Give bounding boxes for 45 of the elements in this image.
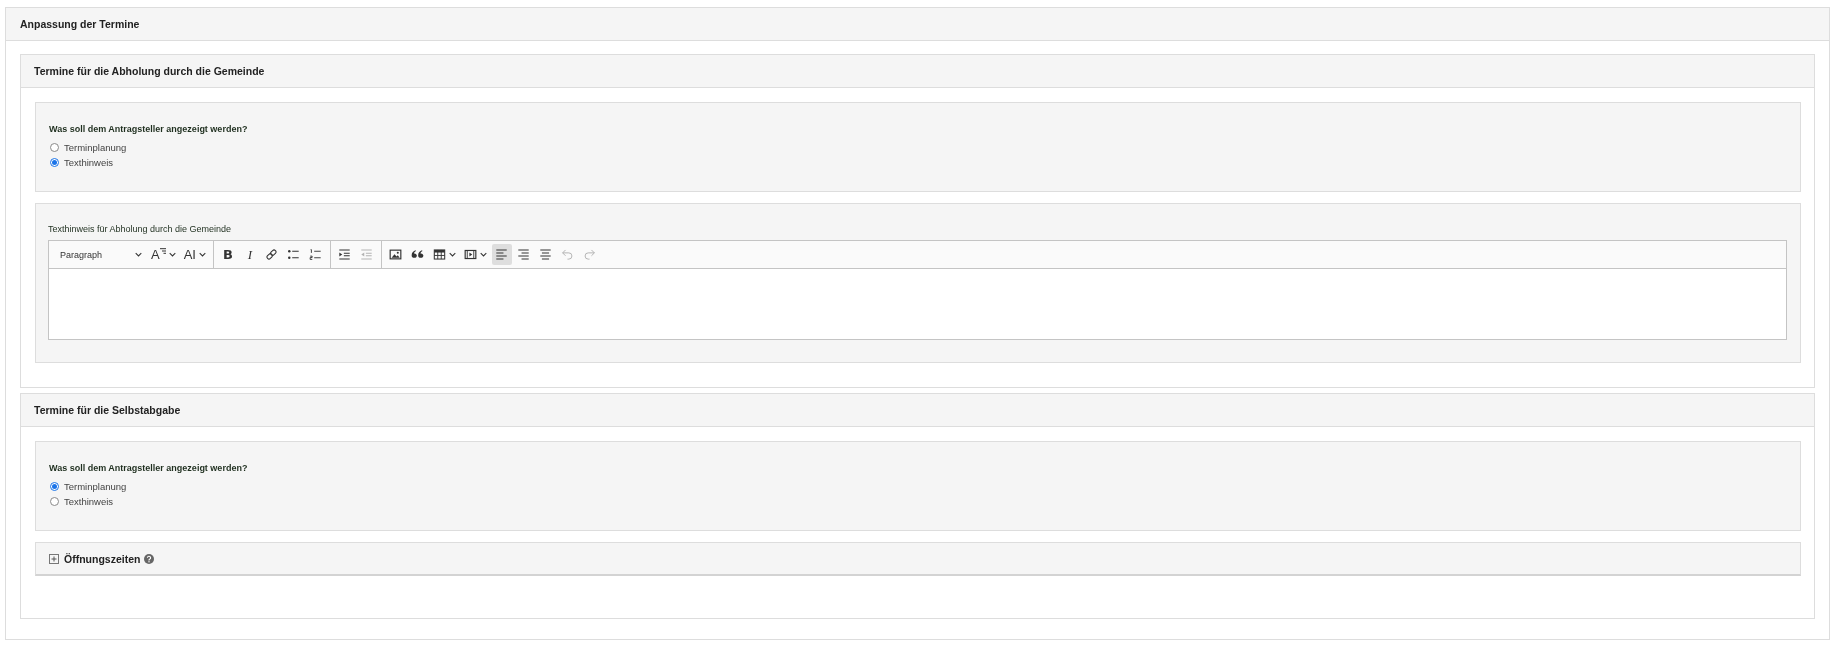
- collapsible-header[interactable]: Öffnungszeiten: [35, 542, 1801, 576]
- option-label[interactable]: Terminplanung: [64, 142, 127, 153]
- option-label[interactable]: Terminplanung: [64, 481, 127, 492]
- caret-icon: [198, 252, 206, 257]
- redo-icon: [583, 248, 597, 261]
- caret-icon: [479, 252, 487, 257]
- editor-content-field[interactable]: [49, 269, 1786, 339]
- align-left-icon: [495, 248, 509, 261]
- caret-icon: [448, 252, 456, 257]
- bulleted-list-icon: [287, 248, 301, 261]
- expand-icon[interactable]: [49, 553, 59, 564]
- panel-title: Termine für die Abholung durch die Gemeinde: [34, 65, 265, 77]
- radio-button[interactable]: [50, 158, 59, 167]
- align-right-icon: [517, 248, 531, 261]
- help-icon[interactable]: [144, 553, 155, 564]
- undo-icon: [561, 248, 575, 261]
- field-label: Texthinweis für Abholung durch die Gemeinde: [48, 223, 233, 236]
- question-label: Was soll dem Antragsteller angezeigt werden?: [49, 462, 249, 475]
- align-center-icon: [539, 248, 553, 261]
- radio-button[interactable]: [50, 497, 59, 506]
- table-icon: [432, 248, 446, 261]
- option-label[interactable]: Texthinweis: [64, 157, 114, 168]
- panel-title: Anpassung der Termine: [20, 18, 140, 30]
- text-lines-icon: [159, 248, 166, 254]
- heading-dropdown[interactable]: Paragraph: [52, 244, 146, 265]
- panel-title: Termine für die Selbstabgabe: [34, 404, 181, 416]
- font-size-button[interactable]: A: [148, 244, 179, 265]
- option-label[interactable]: Texthinweis: [64, 496, 114, 507]
- align-left-button[interactable]: [491, 244, 512, 265]
- caret-icon: [168, 252, 176, 257]
- italic-button[interactable]: I: [239, 244, 260, 265]
- video-icon: [463, 248, 477, 261]
- indent-icon: [338, 248, 352, 261]
- link-icon: [265, 248, 279, 261]
- radio-button[interactable]: [50, 482, 59, 491]
- numbered-list-icon: [309, 248, 323, 261]
- caret-icon: [135, 252, 142, 257]
- question-label: Was soll dem Antragsteller angezeigt werden?: [49, 123, 249, 136]
- collapsible-title: Öffnungszeiten: [64, 552, 141, 565]
- image-icon: [389, 248, 403, 261]
- font-family-button[interactable]: AI: [180, 244, 209, 265]
- radio-button[interactable]: [50, 143, 59, 152]
- outdent-icon: [360, 248, 374, 261]
- bold-button[interactable]: B: [217, 244, 238, 265]
- quote-icon: [411, 248, 425, 261]
